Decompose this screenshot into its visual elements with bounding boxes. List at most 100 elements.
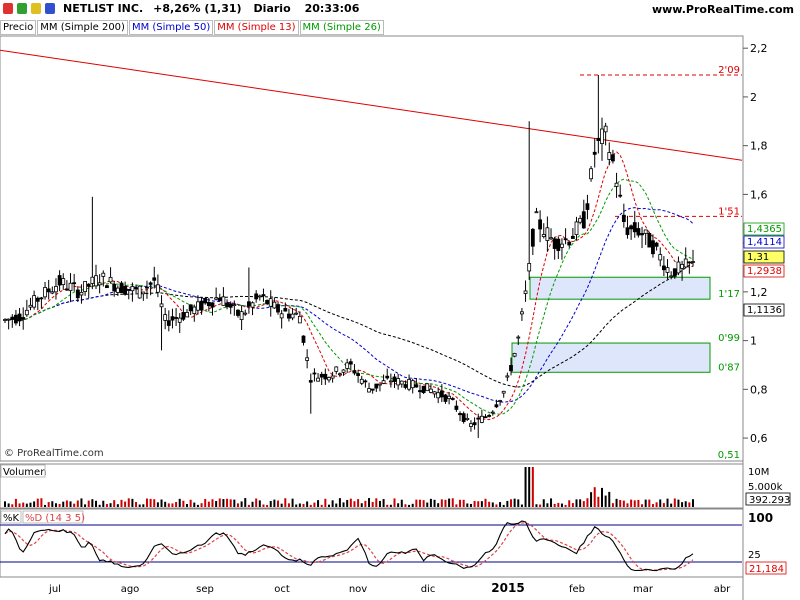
candle-body [21, 317, 26, 320]
candle-body [145, 286, 149, 289]
volume-bar [371, 502, 374, 507]
volume-bar [368, 498, 371, 507]
candle-body [439, 390, 444, 398]
volume-bar [135, 501, 138, 507]
volume-bar [218, 498, 221, 507]
candle-body [188, 304, 193, 312]
candle-body [501, 390, 506, 394]
volume-bar [153, 499, 156, 507]
candle-body [556, 238, 561, 251]
volume-bar [211, 499, 214, 507]
candle-body [545, 227, 550, 241]
candle-body [691, 261, 695, 263]
candle-body [174, 317, 178, 319]
stoch-y-tick: 100 [748, 511, 773, 525]
volume-bar [222, 499, 225, 507]
volume-bar [11, 504, 14, 507]
candle-body [625, 227, 630, 235]
candle-body [651, 240, 655, 255]
candle-body [217, 297, 222, 302]
volume-bar [186, 504, 189, 507]
volume-bar [69, 501, 72, 507]
candle-body [476, 417, 481, 420]
candle-body [57, 275, 62, 286]
stoch-last: 21,184 [749, 564, 784, 575]
candle-body [505, 375, 510, 378]
candle-body [654, 242, 659, 247]
candle-body [126, 289, 131, 291]
candle-body [90, 276, 95, 284]
volume-bar [109, 503, 112, 507]
candle-body [359, 378, 364, 384]
volume-bar [226, 498, 229, 507]
volume-bar [386, 504, 389, 507]
level-label: 2'09 [718, 65, 740, 76]
volume-bar [469, 503, 472, 507]
volume-bar [331, 500, 334, 507]
volume-bar [451, 498, 454, 507]
level-label: 1'17 [718, 289, 740, 300]
candle-body [399, 380, 404, 385]
candle-body [75, 289, 80, 299]
volume-title: Volumen [3, 467, 47, 478]
price-label: 1,1136 [747, 305, 782, 316]
candle-body [72, 282, 77, 285]
volume-bar [317, 500, 320, 507]
volume-bar [84, 504, 87, 507]
volume-bar [338, 498, 341, 507]
volume-bar [619, 500, 622, 507]
volume-bar [375, 498, 378, 507]
volume-bar [528, 467, 531, 507]
volume-bar [575, 499, 578, 507]
volume-bar [615, 498, 618, 507]
candle-body [236, 309, 240, 316]
level-label: 0'99 [718, 333, 740, 344]
volume-bar [4, 501, 6, 507]
level-label: 0,51 [718, 450, 740, 461]
volume-bar [98, 504, 101, 507]
volume-bar [502, 504, 505, 507]
candle-body [265, 299, 269, 304]
volume-bar [426, 502, 429, 507]
price-y-tick-label: 1,2 [750, 286, 768, 299]
candle-body [246, 301, 251, 307]
x-axis-label: feb [569, 584, 585, 595]
volume-bar [600, 487, 603, 507]
candle-body [621, 214, 626, 223]
volume-bar [73, 503, 76, 507]
volume-bar [164, 501, 167, 507]
chart-canvas[interactable]: 0,60,811,21,41,61,822,2julagosepoctnovdi… [0, 0, 800, 600]
candle-body [385, 375, 390, 379]
volume-bar [662, 503, 665, 507]
volume-bar [273, 499, 276, 507]
volume-bar [80, 498, 83, 507]
volume-bar [597, 496, 600, 507]
volume-bar [553, 503, 556, 507]
volume-bar [590, 492, 593, 507]
candle-body [680, 263, 684, 269]
volume-bar [189, 499, 192, 507]
volume-bar [495, 504, 498, 507]
candle-body [589, 168, 593, 180]
price-y-tick-label: 0,8 [750, 383, 768, 396]
volume-bar [295, 504, 298, 507]
candle-body [283, 307, 288, 312]
candle-body [527, 263, 532, 272]
volume-bar [466, 503, 469, 507]
candle-body [509, 365, 513, 372]
volume-bar [542, 499, 545, 507]
volume-bar [120, 499, 123, 507]
candle-body [39, 297, 44, 300]
price-panel-frame [0, 35, 744, 462]
candle-body [370, 388, 375, 391]
volume-bar [233, 499, 236, 507]
candle-body [35, 297, 40, 302]
candle-body [152, 277, 157, 281]
volume-bar [324, 498, 327, 507]
candle-body [196, 301, 200, 311]
candle-body [192, 306, 197, 315]
candle-body [436, 392, 441, 399]
volume-bar [349, 498, 352, 507]
volume-bar [455, 504, 458, 507]
candle-body [396, 378, 401, 386]
